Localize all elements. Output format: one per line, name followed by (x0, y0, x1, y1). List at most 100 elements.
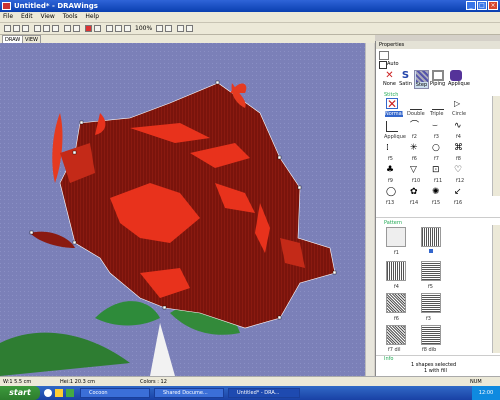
stitch-label-triple: Triple (430, 111, 444, 117)
auto-checkbox[interactable] (379, 61, 387, 69)
stitch-label-f7: f7 (434, 156, 439, 162)
stitch-label-f11: f11 (434, 178, 443, 184)
tab-view[interactable]: VIEW (22, 35, 41, 43)
menu-view[interactable]: View (38, 12, 58, 22)
stitch-f3-icon[interactable]: ⌣ (432, 121, 444, 132)
pen-icon[interactable] (177, 25, 184, 32)
tab-step[interactable]: Step (414, 70, 429, 89)
stitch-double-icon[interactable] (410, 98, 422, 110)
properties-title: Properties (376, 41, 500, 49)
tab-piping-label: Piping (430, 81, 446, 87)
stitch-f8-icon[interactable]: ⌘ (454, 143, 466, 154)
stitch-f10-icon[interactable]: ▽ (410, 165, 422, 176)
undo-icon[interactable] (64, 25, 71, 32)
pattern-f4[interactable] (421, 261, 441, 281)
canvas-vertical-scrollbar[interactable] (365, 43, 374, 376)
drawing-canvas[interactable] (0, 43, 374, 376)
pattern-label-f4: f4 (394, 284, 399, 290)
save-icon[interactable] (22, 25, 29, 32)
tab-satin-label: Satin (399, 81, 412, 87)
piping-icon (431, 70, 444, 81)
pattern-f5[interactable] (386, 293, 406, 313)
pattern-f3[interactable] (386, 261, 406, 281)
stitch-f5-icon[interactable]: ⁞ (386, 143, 398, 154)
stitch-f2-icon[interactable]: ⌒ (410, 121, 422, 132)
pattern-scrollbar[interactable] (492, 225, 500, 353)
help-icon[interactable] (186, 25, 193, 32)
pattern-label-f5: f5 (428, 284, 433, 290)
pattern-f6[interactable] (421, 293, 441, 313)
print-icon[interactable] (94, 25, 101, 32)
pattern-f7[interactable] (386, 325, 406, 345)
stitch-circle-icon[interactable]: ▷ (454, 98, 466, 109)
pan-icon[interactable] (165, 25, 172, 32)
stitch-f4-icon[interactable]: ∿ (454, 121, 466, 132)
menu-edit[interactable]: Edit (18, 12, 36, 22)
properties-panel: Properties Auto ✕ None S Satin Step Pipi… (375, 41, 500, 376)
pattern-label-f6: f6 (394, 316, 399, 322)
stitch-f14-icon[interactable]: ✿ (410, 187, 422, 198)
stitch-label-normal: Normal (385, 111, 404, 117)
copy-icon[interactable] (43, 25, 50, 32)
stitch-label-f3: f3 (434, 134, 439, 140)
taskbar-item-cocoon[interactable]: Cocoon (80, 388, 150, 398)
tab-step-label: Step (415, 82, 428, 88)
start-button[interactable]: start (0, 386, 40, 400)
taskbar-item-drawings[interactable]: Untitled* - DRA... (228, 388, 300, 398)
info-fill: 1 with fill (424, 368, 447, 374)
stitch-f11-icon[interactable]: ⊡ (432, 165, 444, 176)
tab-piping[interactable]: Piping (430, 70, 445, 89)
zoom-out-icon[interactable] (115, 25, 122, 32)
tab-draw[interactable]: DRAW (2, 35, 24, 43)
tab-none[interactable]: ✕ None (382, 70, 397, 89)
menu-file[interactable]: File (0, 12, 16, 22)
stitch-label-applique: Applique (384, 134, 406, 140)
stitch-f12-icon[interactable]: ♡ (454, 165, 466, 176)
color-icon[interactable] (85, 25, 92, 32)
quicklaunch-icon[interactable] (44, 389, 52, 397)
pattern-selected-marker (429, 249, 433, 253)
taskbar-item-shared-documents[interactable]: Shared Docume... (154, 388, 224, 398)
redo-icon[interactable] (73, 25, 80, 32)
pattern-label-f8: f8 dib (422, 347, 437, 353)
cut-icon[interactable] (34, 25, 41, 32)
zoom-box-icon[interactable] (156, 25, 163, 32)
stitch-triple-icon[interactable] (432, 98, 444, 110)
new-icon[interactable] (4, 25, 11, 32)
tab-applique[interactable]: Applique (448, 70, 470, 89)
paste-icon[interactable] (52, 25, 59, 32)
stitch-f13-icon[interactable]: ◯ (386, 187, 398, 198)
tab-satin[interactable]: S Satin (398, 70, 413, 89)
quicklaunch-folder-icon[interactable] (55, 389, 63, 397)
menu-help[interactable]: Help (82, 12, 102, 22)
pattern-f8[interactable] (421, 325, 441, 345)
open-icon[interactable] (13, 25, 20, 32)
stitch-label-f10: f10 (412, 178, 421, 184)
stitch-label-double: Double (407, 111, 425, 117)
stitch-label-circle: Circle (452, 111, 467, 117)
stitch-label-f15: f15 (432, 200, 441, 206)
satin-icon: S (401, 70, 410, 81)
close-button[interactable]: × (488, 1, 498, 10)
zoom-fit-icon[interactable] (124, 25, 131, 32)
quicklaunch-app-icon[interactable] (66, 389, 74, 397)
stitch-applique-icon[interactable] (386, 121, 398, 132)
stitch-label-f12: f12 (456, 178, 465, 184)
zoom-in-icon[interactable] (106, 25, 113, 32)
zoom-level[interactable]: 100% (135, 24, 152, 33)
stitch-f7-icon[interactable]: ○ (432, 143, 444, 154)
stitch-scrollbar[interactable] (492, 96, 500, 196)
pattern-label-f7: f7 dil (388, 347, 401, 353)
stitch-f6-icon[interactable]: ✳ (410, 143, 422, 154)
stitch-f16-icon[interactable]: ↙ (454, 187, 466, 198)
stitch-none-icon[interactable]: ✕ (386, 98, 398, 110)
applique-icon (449, 70, 462, 81)
maximize-button[interactable]: □ (477, 1, 487, 10)
stitch-f15-icon[interactable]: ✺ (432, 187, 444, 198)
pin-icon[interactable] (379, 51, 389, 60)
pattern-f2[interactable] (421, 227, 441, 247)
minimize-button[interactable]: _ (466, 1, 476, 10)
pattern-f1[interactable] (386, 227, 406, 247)
stitch-f9-icon[interactable]: ♣ (386, 165, 398, 176)
menu-tools[interactable]: Tools (60, 12, 81, 22)
